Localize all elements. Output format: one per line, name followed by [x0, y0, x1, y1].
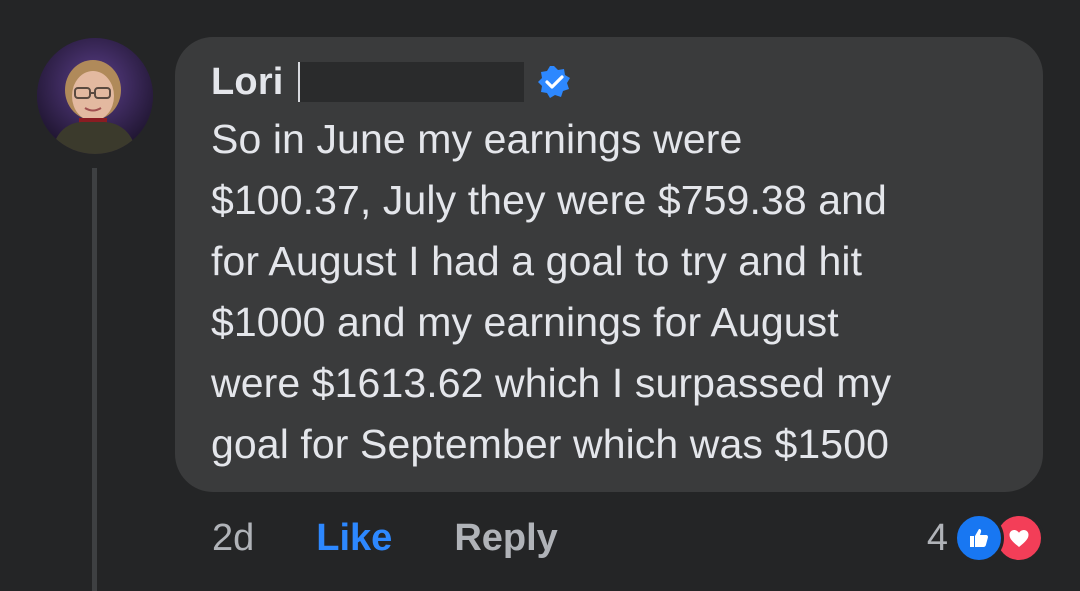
thread-connector-line — [92, 168, 97, 591]
reaction-summary[interactable]: 4 — [927, 512, 1044, 564]
author-name[interactable]: Lori — [211, 61, 284, 104]
comment-bubble: Lori So in June my earnings were $100.37… — [175, 37, 1043, 492]
avatar-image — [37, 38, 153, 154]
avatar[interactable] — [37, 38, 153, 154]
comment-timestamp[interactable]: 2d — [212, 517, 254, 560]
verified-badge-icon — [537, 66, 570, 98]
like-icon — [954, 513, 1004, 563]
comment-thread: Lori So in June my earnings were $100.37… — [0, 0, 1080, 591]
like-button[interactable]: Like — [316, 517, 392, 560]
author-row: Lori — [211, 57, 1013, 107]
comment-actions: 2d Like Reply — [212, 512, 558, 564]
reaction-count: 4 — [926, 516, 948, 559]
comment-text: So in June my earnings were $100.37, Jul… — [211, 116, 892, 467]
reply-button[interactable]: Reply — [454, 517, 557, 560]
redacted-surname — [297, 62, 524, 102]
